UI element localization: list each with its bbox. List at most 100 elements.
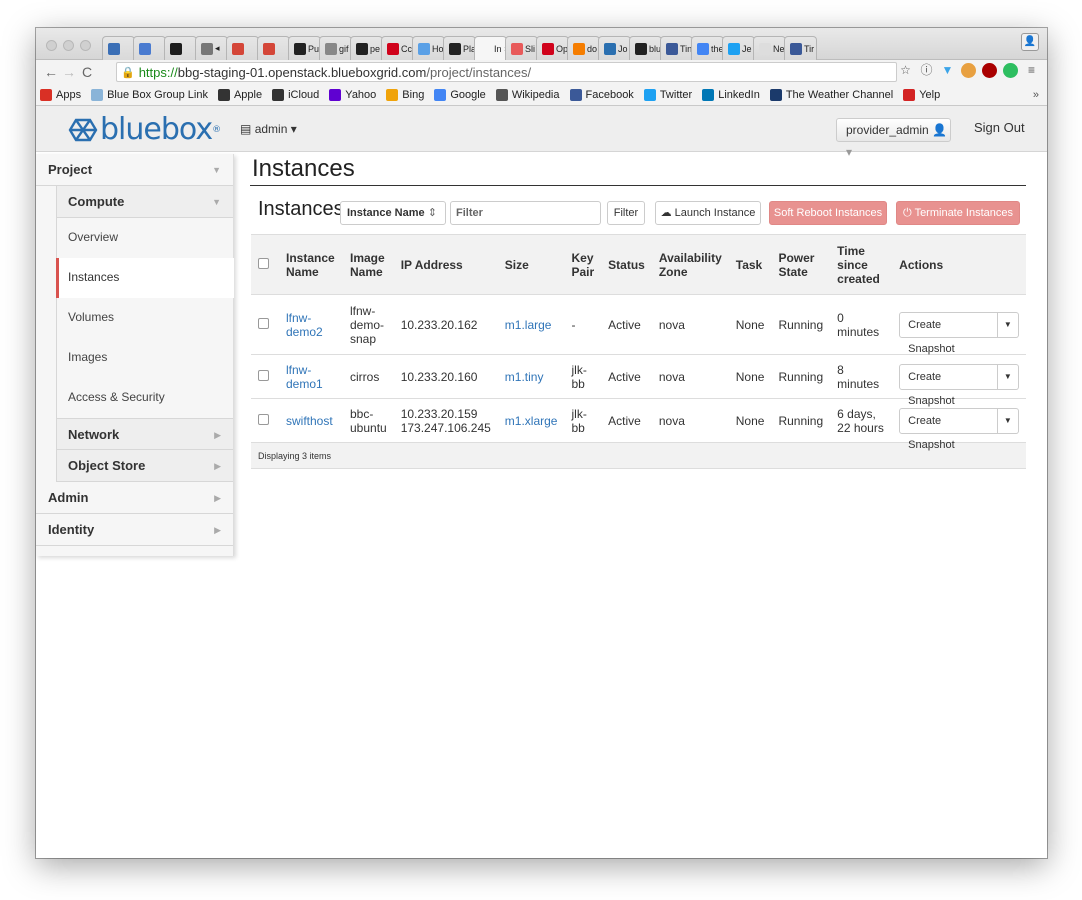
- sidebar-item-instances[interactable]: Instances: [56, 258, 234, 298]
- bookmark-twitter[interactable]: Twitter: [643, 88, 692, 101]
- info-icon[interactable]: ⓘ: [919, 63, 934, 78]
- browser-tab[interactable]: [257, 36, 290, 60]
- terminate-button[interactable]: ⏻ Terminate Instances: [896, 201, 1020, 225]
- pocket-icon[interactable]: ▼: [940, 63, 955, 78]
- create-snapshot-button[interactable]: Create Snapshot: [899, 363, 998, 407]
- row-checkbox[interactable]: [258, 369, 269, 381]
- profile-icon[interactable]: 👤: [1021, 33, 1039, 51]
- sidebar-section-object-store[interactable]: Object Store ▶: [56, 450, 233, 482]
- browser-tab[interactable]: do: [567, 36, 600, 60]
- browser-tab[interactable]: [226, 36, 259, 60]
- browser-tab[interactable]: Op: [536, 36, 569, 60]
- star-icon[interactable]: ☆: [898, 63, 913, 78]
- browser-tab[interactable]: [133, 36, 166, 60]
- browser-tab[interactable]: [164, 36, 197, 60]
- cat-icon[interactable]: [961, 63, 976, 78]
- create-snapshot-button[interactable]: Create Snapshot: [899, 311, 998, 355]
- sidebar-section-compute[interactable]: Compute ▼: [56, 186, 233, 218]
- soft-reboot-button[interactable]: Soft Reboot Instances: [769, 201, 887, 225]
- filter-field-select[interactable]: Instance Name ⇕: [340, 201, 446, 225]
- more-bookmarks-icon[interactable]: »: [1033, 89, 1039, 101]
- sidebar-section-identity[interactable]: Identity ▶: [36, 514, 233, 546]
- forward-icon[interactable]: →: [60, 64, 78, 80]
- browser-tab[interactable]: [102, 36, 135, 60]
- bookmark-linkedin[interactable]: LinkedIn: [702, 88, 760, 101]
- bookmark-icloud[interactable]: iCloud: [272, 88, 319, 101]
- bookmark-yahoo[interactable]: Yahoo: [329, 88, 376, 101]
- browser-tab[interactable]: Tir: [784, 36, 817, 60]
- menu-icon[interactable]: ≡: [1024, 63, 1039, 78]
- minimize-window-button[interactable]: [63, 40, 74, 51]
- evernote-icon[interactable]: [1003, 63, 1018, 78]
- url-field[interactable]: 🔒 https:// bbg-staging-01.openstack.blue…: [116, 62, 897, 82]
- bookmark-google[interactable]: Google: [434, 88, 486, 101]
- reload-icon[interactable]: C: [78, 64, 96, 80]
- back-icon[interactable]: ←: [42, 64, 60, 80]
- caret-down-icon[interactable]: ▼: [997, 407, 1019, 434]
- apple-icon: [272, 88, 285, 101]
- select-all-checkbox[interactable]: [258, 257, 269, 269]
- col-power-state[interactable]: Power State: [771, 234, 831, 295]
- sidebar-section-project[interactable]: Project ▼: [36, 154, 233, 186]
- instance-link[interactable]: lfnw-demo2: [286, 311, 323, 339]
- col-status[interactable]: Status: [601, 234, 652, 295]
- browser-tab[interactable]: gif: [319, 36, 352, 60]
- col-size[interactable]: Size: [497, 234, 565, 295]
- browser-tab[interactable]: Pla: [443, 36, 476, 60]
- col-availability-zone[interactable]: Availability Zone: [651, 234, 729, 295]
- row-checkbox[interactable]: [258, 413, 269, 425]
- bookmark-blue-box-group-link[interactable]: Blue Box Group Link: [91, 88, 208, 101]
- bookmark-bing[interactable]: Bing: [386, 88, 424, 101]
- bookmark-yelp[interactable]: Yelp: [903, 88, 940, 101]
- flavor-link[interactable]: m1.large: [505, 318, 552, 332]
- browser-tab[interactable]: blu: [629, 36, 662, 60]
- col-key-pair[interactable]: Key Pair: [564, 234, 602, 295]
- browser-tab[interactable]: In ×: [474, 36, 507, 60]
- col-time-created[interactable]: Time since created: [830, 234, 893, 295]
- zoom-window-button[interactable]: [80, 40, 91, 51]
- flavor-link[interactable]: m1.tiny: [505, 370, 544, 384]
- row-checkbox[interactable]: [258, 317, 269, 329]
- browser-tab[interactable]: Je: [722, 36, 755, 60]
- sidebar-section-network[interactable]: Network ▶: [56, 418, 233, 450]
- filter-input[interactable]: Filter: [450, 201, 601, 225]
- flavor-link[interactable]: m1.xlarge: [505, 414, 558, 428]
- bluebox-logo[interactable]: bluebox ®: [68, 112, 221, 147]
- browser-tab[interactable]: pe: [350, 36, 383, 60]
- launch-instance-button[interactable]: ☁ Launch Instance: [655, 201, 761, 225]
- sidebar-item-images[interactable]: Images: [56, 338, 233, 378]
- browser-tab[interactable]: New: [753, 36, 786, 60]
- close-window-button[interactable]: [46, 40, 57, 51]
- browser-tab[interactable]: Ho: [412, 36, 445, 60]
- ublock-icon[interactable]: [982, 63, 997, 78]
- filter-button[interactable]: Filter: [607, 201, 645, 225]
- instance-link[interactable]: swifthost: [286, 414, 333, 428]
- browser-tab[interactable]: the: [691, 36, 724, 60]
- sign-out-link[interactable]: Sign Out: [974, 120, 1025, 135]
- sidebar-item-volumes[interactable]: Volumes: [56, 298, 233, 338]
- browser-tab[interactable]: ◂: [195, 36, 228, 60]
- bookmark-facebook[interactable]: Facebook: [569, 88, 634, 101]
- browser-tab[interactable]: Cc: [381, 36, 414, 60]
- col-instance-name[interactable]: Instance Name: [279, 234, 343, 295]
- bookmark-wikipedia[interactable]: Wikipedia: [495, 88, 560, 101]
- browser-tab[interactable]: Jo: [598, 36, 631, 60]
- caret-down-icon[interactable]: ▼: [997, 311, 1019, 338]
- project-selector[interactable]: ▤ admin ▾: [240, 122, 297, 136]
- instance-link[interactable]: lfnw-demo1: [286, 363, 323, 391]
- browser-tab[interactable]: Pu: [288, 36, 321, 60]
- bookmark-apple[interactable]: Apple: [217, 88, 262, 101]
- bookmark-the-weather-channel[interactable]: The Weather Channel: [769, 88, 893, 101]
- col-task[interactable]: Task: [728, 234, 772, 295]
- col-ip-address[interactable]: IP Address: [393, 234, 498, 295]
- user-menu-button[interactable]: provider_admin 👤▾: [836, 118, 951, 159]
- bookmark-apps[interactable]: Apps: [40, 88, 81, 101]
- caret-down-icon[interactable]: ▼: [997, 363, 1019, 390]
- browser-tab[interactable]: Tin: [660, 36, 693, 60]
- col-image-name[interactable]: Image Name: [343, 234, 394, 295]
- browser-tab[interactable]: Sli: [505, 36, 538, 60]
- sidebar-item-access-security[interactable]: Access & Security: [56, 378, 233, 418]
- create-snapshot-button[interactable]: Create Snapshot: [899, 407, 998, 451]
- sidebar-section-admin[interactable]: Admin ▶: [36, 482, 233, 514]
- sidebar-item-overview[interactable]: Overview: [56, 218, 233, 258]
